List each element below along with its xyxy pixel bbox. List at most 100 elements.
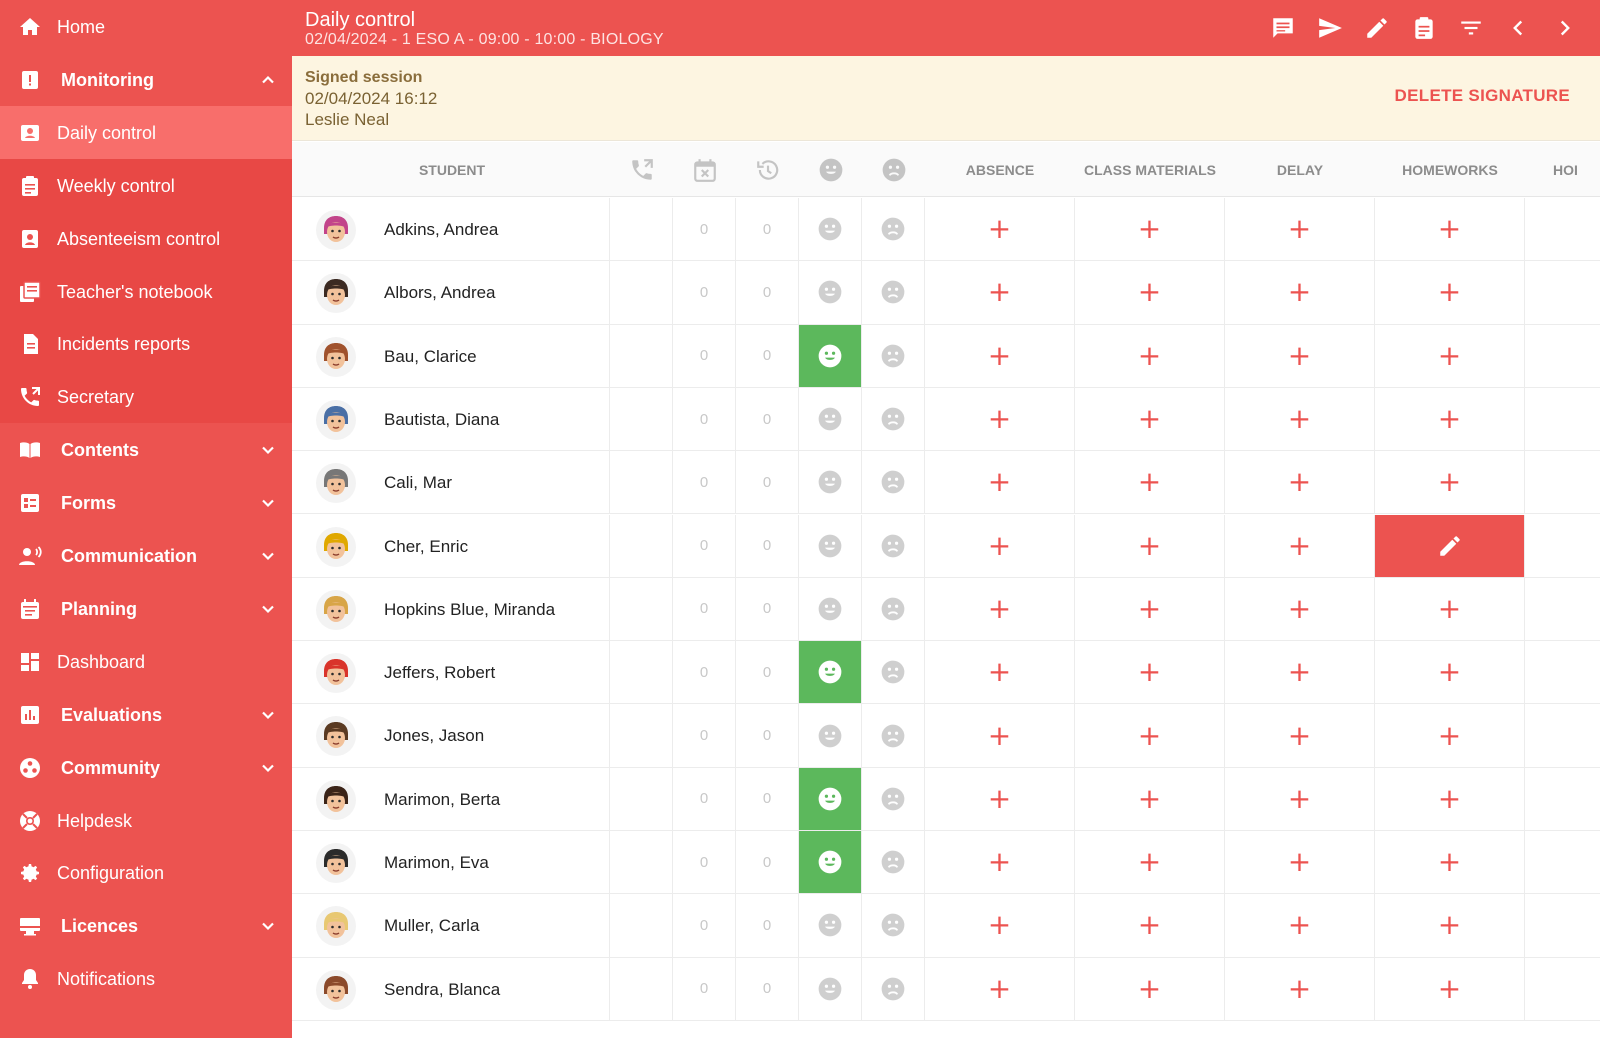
absence-count-cell[interactable]: 0 [673, 198, 736, 261]
chevron-down-icon[interactable] [258, 916, 278, 936]
history-count-cell[interactable]: 0 [736, 641, 799, 704]
sidebar-item-weekly-control[interactable]: Weekly control [0, 158, 292, 212]
delay-cell[interactable]: + [1225, 641, 1375, 704]
absence-cell[interactable]: + [925, 451, 1075, 514]
positive-cell[interactable] [799, 577, 862, 641]
homeworks-cell[interactable]: + [1375, 957, 1525, 1020]
student-cell[interactable]: Adkins, Andrea [292, 198, 610, 261]
absence-count-cell[interactable]: 0 [673, 704, 736, 767]
phone-cell[interactable] [610, 641, 673, 704]
absence-cell[interactable]: + [925, 704, 1075, 767]
phone-cell[interactable] [610, 324, 673, 387]
column-absence[interactable]: ABSENCE [925, 142, 1075, 197]
history-count-cell[interactable]: 0 [736, 704, 799, 767]
more-cell[interactable] [1525, 515, 1600, 577]
sidebar-item-evaluations[interactable]: Evaluations [0, 688, 292, 741]
phone-icon[interactable] [610, 142, 673, 197]
more-cell[interactable] [1525, 451, 1600, 513]
more-cell[interactable] [1525, 958, 1600, 1020]
absence-cell[interactable]: + [925, 577, 1075, 641]
class-materials-cell[interactable]: + [1075, 831, 1225, 894]
class-materials-cell[interactable]: + [1075, 514, 1225, 577]
student-cell[interactable]: Marimon, Berta [292, 767, 610, 830]
sidebar-item-contents[interactable]: Contents [0, 423, 292, 476]
absence-count-cell[interactable]: 0 [673, 451, 736, 514]
chevron-down-icon[interactable] [258, 599, 278, 619]
absence-cell[interactable]: + [925, 387, 1075, 451]
positive-cell[interactable] [799, 514, 862, 577]
positive-cell[interactable] [799, 957, 862, 1020]
phone-cell[interactable] [610, 704, 673, 767]
negative-cell[interactable] [862, 704, 925, 767]
absence-cell[interactable]: + [925, 767, 1075, 830]
sidebar-item-communication[interactable]: Communication [0, 529, 292, 582]
negative-cell[interactable] [862, 767, 925, 830]
negative-cell[interactable] [862, 577, 925, 641]
negative-cell[interactable] [862, 957, 925, 1020]
positive-cell[interactable] [799, 704, 862, 767]
student-cell[interactable]: Bautista, Diana [292, 387, 610, 451]
sidebar-item-daily-control[interactable]: Daily control [0, 105, 292, 159]
negative-cell[interactable] [862, 831, 925, 894]
absence-count-cell[interactable]: 0 [673, 894, 736, 957]
positive-cell[interactable] [799, 261, 862, 324]
student-cell[interactable]: Muller, Carla [292, 894, 610, 957]
sidebar-item-absenteeism-control[interactable]: Absenteeism control [0, 211, 292, 265]
absence-cell[interactable]: + [925, 957, 1075, 1020]
history-count-cell[interactable]: 0 [736, 324, 799, 387]
sidebar-item-secretary[interactable]: Secretary [0, 370, 292, 424]
sidebar-item-licences[interactable]: Licences [0, 899, 292, 952]
student-cell[interactable]: Cali, Mar [292, 451, 610, 514]
chevron-up-icon[interactable] [258, 70, 278, 90]
delay-cell[interactable]: + [1225, 894, 1375, 957]
homeworks-cell[interactable] [1375, 514, 1525, 577]
student-cell[interactable]: Jeffers, Robert [292, 641, 610, 704]
homeworks-cell[interactable]: + [1375, 387, 1525, 451]
positive-cell[interactable] [799, 894, 862, 957]
sidebar-item-monitoring[interactable]: Monitoring [0, 53, 292, 106]
negative-cell[interactable] [862, 387, 925, 451]
happy-face-icon[interactable] [799, 142, 862, 197]
homeworks-cell[interactable]: + [1375, 261, 1525, 324]
delay-cell[interactable]: + [1225, 831, 1375, 894]
phone-cell[interactable] [610, 957, 673, 1020]
negative-cell[interactable] [862, 261, 925, 324]
chevron-down-icon[interactable] [258, 705, 278, 725]
phone-cell[interactable] [610, 577, 673, 641]
homeworks-cell[interactable]: + [1375, 894, 1525, 957]
positive-cell[interactable] [799, 831, 862, 894]
class-materials-cell[interactable]: + [1075, 577, 1225, 641]
delay-cell[interactable]: + [1225, 324, 1375, 387]
more-cell[interactable] [1525, 831, 1600, 893]
history-count-cell[interactable]: 0 [736, 894, 799, 957]
absence-cell[interactable]: + [925, 894, 1075, 957]
delay-cell[interactable]: + [1225, 577, 1375, 641]
chevron-left-button[interactable] [1494, 13, 1541, 43]
class-materials-cell[interactable]: + [1075, 641, 1225, 704]
class-materials-cell[interactable]: + [1075, 324, 1225, 387]
homeworks-cell[interactable]: + [1375, 704, 1525, 767]
column-student[interactable]: STUDENT [312, 142, 592, 197]
phone-cell[interactable] [610, 514, 673, 577]
student-cell[interactable]: Jones, Jason [292, 704, 610, 767]
sidebar-item-notifications[interactable]: Notifications [0, 952, 292, 1005]
absence-cell[interactable]: + [925, 324, 1075, 387]
absence-cell[interactable]: + [925, 831, 1075, 894]
positive-cell[interactable] [799, 387, 862, 451]
more-cell[interactable] [1525, 894, 1600, 956]
student-cell[interactable]: Albors, Andrea [292, 261, 610, 324]
chevron-down-icon[interactable] [258, 758, 278, 778]
homeworks-cell[interactable]: + [1375, 641, 1525, 704]
positive-cell[interactable] [799, 767, 862, 830]
history-count-cell[interactable]: 0 [736, 514, 799, 577]
send-button[interactable] [1306, 13, 1353, 43]
delay-cell[interactable]: + [1225, 261, 1375, 324]
homeworks-cell[interactable]: + [1375, 451, 1525, 514]
phone-cell[interactable] [610, 831, 673, 894]
absence-cell[interactable]: + [925, 514, 1075, 577]
column-homeworks[interactable]: HOMEWORKS [1375, 142, 1525, 197]
sidebar-item-home[interactable]: Home [0, 0, 292, 53]
history-count-cell[interactable]: 0 [736, 577, 799, 641]
more-cell[interactable] [1525, 261, 1600, 323]
student-cell[interactable]: Sendra, Blanca [292, 957, 610, 1020]
